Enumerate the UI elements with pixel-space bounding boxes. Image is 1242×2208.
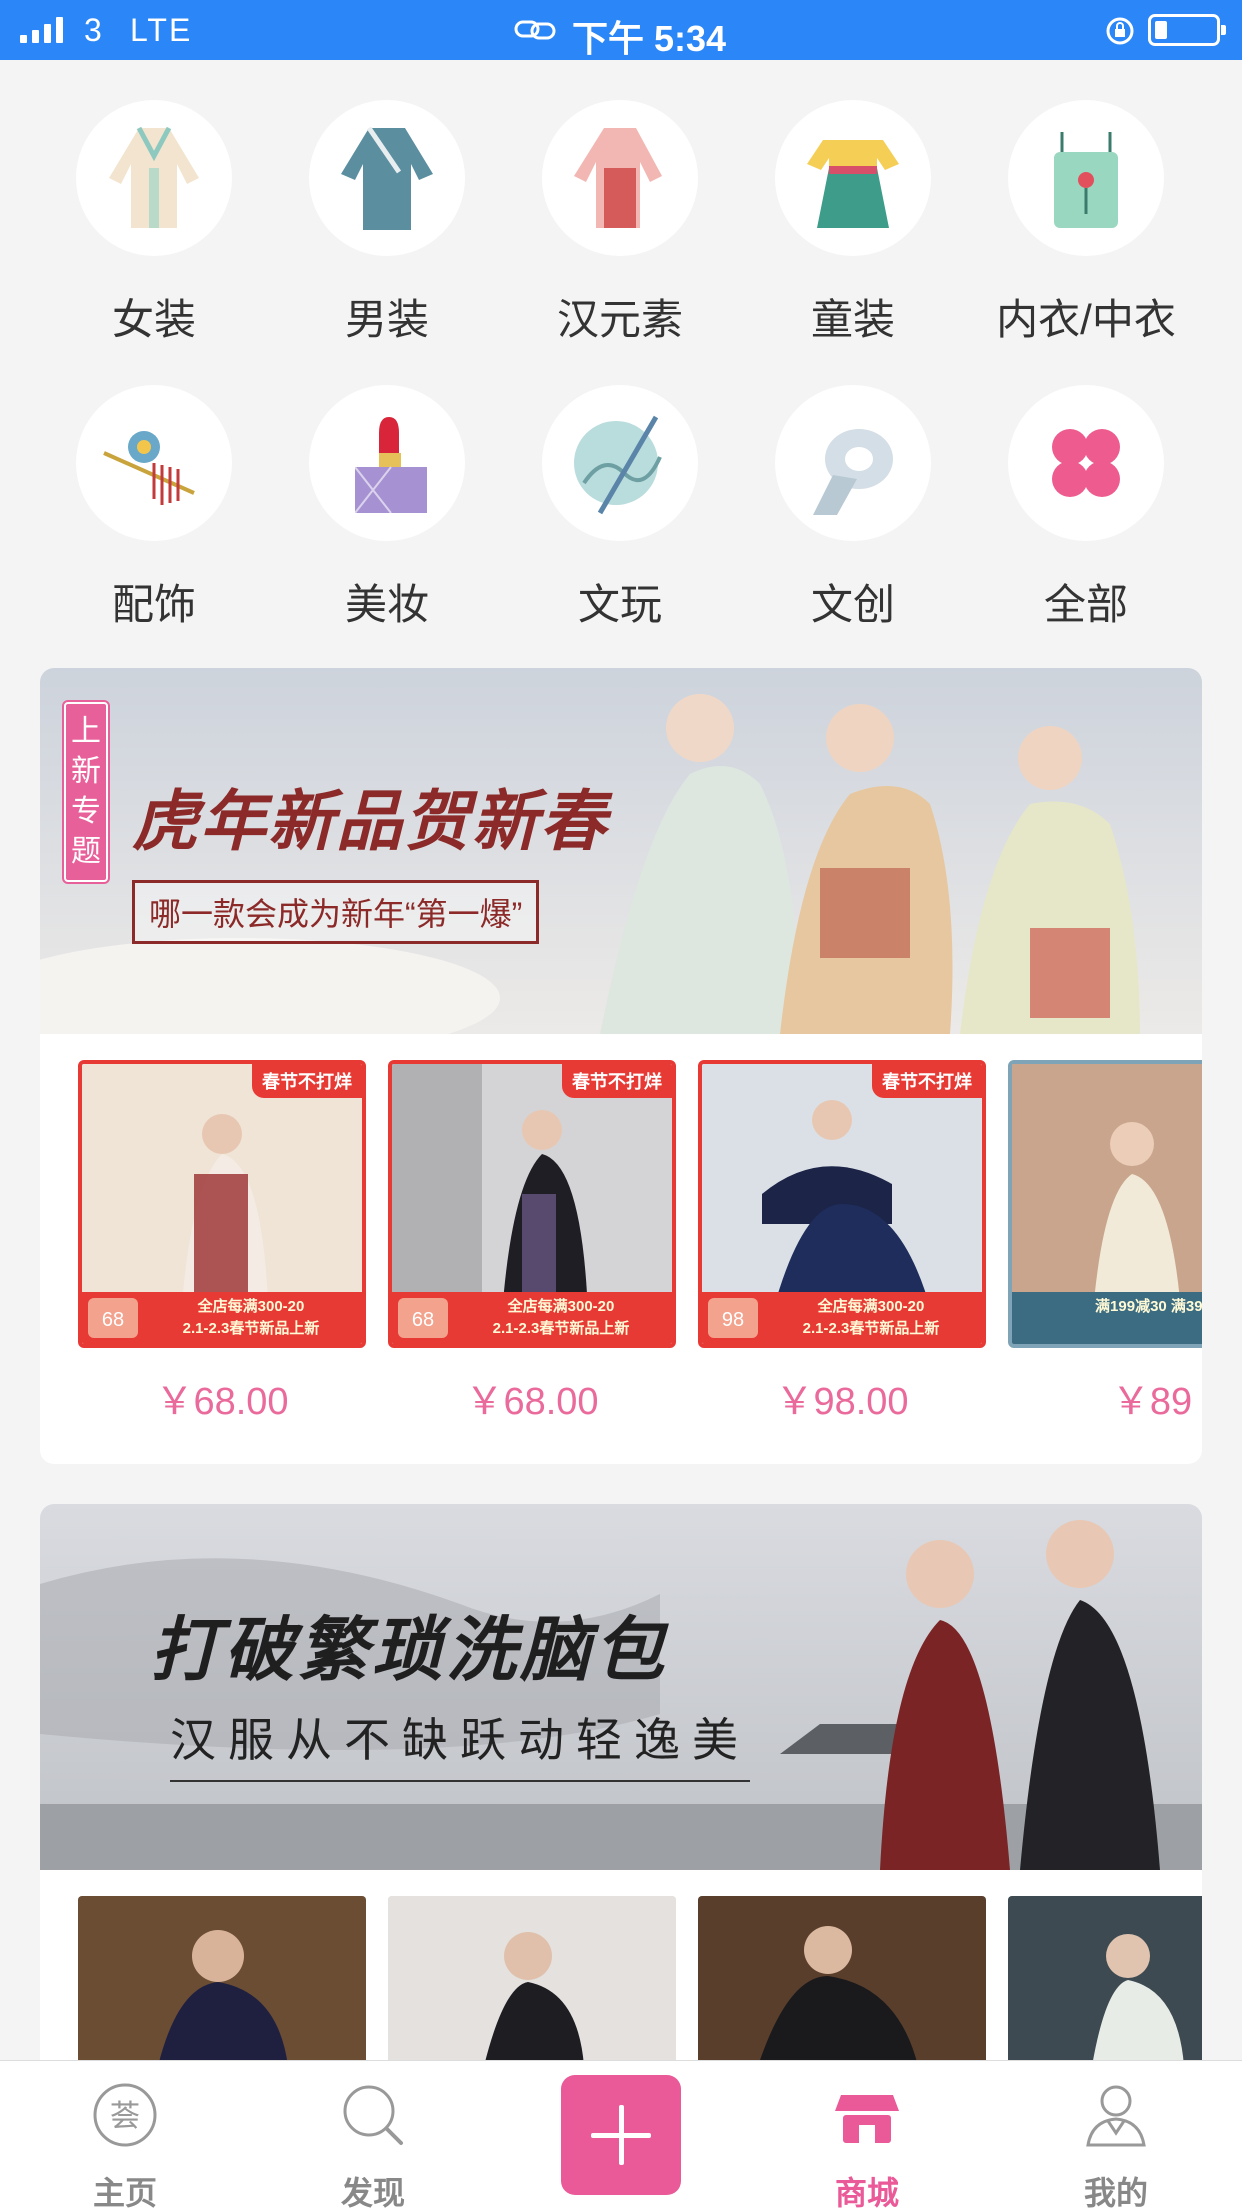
deal-price-tag: 68 — [88, 1298, 138, 1338]
all-categories-icon — [1008, 385, 1164, 541]
promo-badge: 春节不打烊 — [252, 1064, 362, 1098]
product-card[interactable]: 春节不打烊 68 全店每满300-20 2.1-2.3春节新品上新 ￥68.00 — [78, 1060, 366, 1425]
promo-footer: 98 全店每满300-20 2.1-2.3春节新品上新 — [702, 1292, 982, 1344]
category-label: 配饰 — [111, 581, 196, 628]
promo-badge: 春节不打烊 — [872, 1064, 982, 1098]
new-arrival-tag: 上新专题 — [64, 702, 108, 882]
signal-strength-icon — [20, 17, 63, 43]
product-price: ￥68.00 — [465, 1381, 599, 1423]
product-thumbnail — [78, 1896, 366, 2066]
product-thumbnail: 春节不打烊 68 全店每满300-20 2.1-2.3春节新品上新 — [388, 1060, 676, 1348]
banner-title: 虎年新品贺新春 — [132, 784, 608, 858]
promo-text: 全店每满300-20 2.1-2.3春节新品上新 — [182, 1298, 320, 1337]
category-label: 女装 — [111, 296, 196, 343]
category-curios[interactable]: 文玩 — [510, 385, 730, 632]
tab-mine[interactable]: 我的 — [1036, 2081, 1196, 2208]
product-thumbnail: 春节不打烊 68 全店每满300-20 2.1-2.3春节新品上新 — [78, 1060, 366, 1348]
tab-label: 我的 — [1083, 2175, 1148, 2208]
product-price: ￥89 — [1111, 1381, 1193, 1423]
promo-footer: 68 全店每满300-20 2.1-2.3春节新品上新 — [82, 1292, 362, 1344]
network-type: LTE — [130, 12, 193, 48]
link-icon — [514, 20, 556, 40]
clock: 下午 5:34 — [572, 18, 727, 59]
lipstick-icon — [309, 385, 465, 541]
battery-icon — [1148, 14, 1226, 46]
product-price: ￥68.00 — [155, 1381, 289, 1423]
category-kids[interactable]: 童装 — [743, 100, 963, 347]
shop-icon — [835, 2095, 899, 2143]
promo-text: 全店每满300-20 2.1-2.3春节新品上新 — [802, 1298, 940, 1337]
tab-label: 商城 — [834, 2175, 899, 2208]
category-label: 汉元素 — [556, 296, 683, 343]
promo-footer: 68 全店每满300-20 2.1-2.3春节新品上新 — [392, 1292, 672, 1344]
product-card[interactable]: 春节不打烊 98 全店每满300-20 2.1-2.3春节新品上新 ￥98.00 — [698, 1060, 986, 1425]
category-label: 文玩 — [577, 581, 662, 628]
category-accessories[interactable]: 配饰 — [44, 385, 264, 632]
category-label: 童装 — [810, 296, 895, 343]
promo-card-breakthrough: 打破繁琐洗脑包 汉服从不缺跃动轻逸美 — [40, 1504, 1202, 2104]
deal-price-tag: 98 — [708, 1298, 758, 1338]
banner-title: 打破繁琐洗脑包 — [150, 1611, 668, 1689]
category-hanfu-element[interactable]: 汉元素 — [510, 100, 730, 347]
svg-text:荟: 荟 — [110, 2099, 140, 2134]
category-women[interactable]: 女装 — [44, 100, 264, 347]
hanfu-element-icon — [542, 100, 698, 256]
washi-tape-icon — [775, 385, 931, 541]
tab-home[interactable]: 荟 主页 — [45, 2081, 205, 2208]
category-all[interactable]: 全部 — [976, 385, 1196, 632]
tab-label: 发现 — [340, 2175, 405, 2208]
category-makeup[interactable]: 美妆 — [277, 385, 497, 632]
category-men[interactable]: 男装 — [277, 100, 497, 347]
category-underwear[interactable]: 内衣/中衣 — [976, 100, 1196, 347]
product-carousel[interactable]: 春节不打烊 68 全店每满300-20 2.1-2.3春节新品上新 ￥68.00 … — [40, 1034, 1202, 1464]
banner-subtitle: 哪一款会成为新年“第一爆” — [132, 880, 540, 944]
promo-card-new-arrivals: 上新专题 虎年新品贺新春 哪一款会成为新年“第一爆” 春节不打烊 68 全店每满… — [40, 668, 1202, 1464]
rotation-lock-icon — [1106, 17, 1134, 45]
category-creative[interactable]: 文创 — [743, 385, 963, 632]
category-label: 内衣/中衣 — [996, 296, 1176, 343]
product-card[interactable]: 七月 满199减30 满399 ￥89 — [1008, 1060, 1202, 1425]
fan-curio-icon — [542, 385, 698, 541]
tab-label: 主页 — [92, 2175, 157, 2208]
home-seal-icon: 荟 — [93, 2083, 157, 2147]
promo-badge: 春节不打烊 — [562, 1064, 672, 1098]
promo-text: 满199减30 满399 — [1095, 1298, 1202, 1315]
status-bar: 3 LTE 下午 5:34 — [0, 0, 1242, 60]
category-label: 文创 — [810, 581, 895, 628]
kids-clothing-icon — [775, 100, 931, 256]
product-thumbnail: 七月 满199减30 满399 — [1008, 1060, 1202, 1348]
category-grid: 女装 男装 汉元素 童装 内衣/中衣 配饰 美妆 文玩 文创 全部 — [0, 60, 1242, 660]
search-icon — [343, 2085, 403, 2145]
promo-banner[interactable]: 上新专题 虎年新品贺新春 哪一款会成为新年“第一爆” — [40, 668, 1202, 1034]
product-card[interactable] — [1008, 1896, 1202, 2066]
hanfu-men-icon — [309, 100, 465, 256]
tab-shop[interactable]: 商城 — [787, 2081, 947, 2208]
product-thumbnail: 春节不打烊 98 全店每满300-20 2.1-2.3春节新品上新 — [698, 1060, 986, 1348]
product-thumbnail — [1008, 1896, 1202, 2066]
hanfu-women-icon — [76, 100, 232, 256]
product-thumbnail — [698, 1896, 986, 2066]
underwear-icon — [1008, 100, 1164, 256]
promo-text: 全店每满300-20 2.1-2.3春节新品上新 — [492, 1298, 630, 1337]
product-card[interactable] — [698, 1896, 986, 2066]
product-thumbnail — [388, 1896, 676, 2066]
category-label: 美妆 — [344, 581, 429, 628]
hairpin-accessory-icon — [76, 385, 232, 541]
category-label: 全部 — [1043, 581, 1128, 628]
add-post-button[interactable] — [561, 2075, 681, 2195]
promo-banner[interactable]: 打破繁琐洗脑包 汉服从不缺跃动轻逸美 — [40, 1504, 1202, 1870]
product-price: ￥98.00 — [775, 1381, 909, 1423]
product-card[interactable] — [78, 1896, 366, 2066]
product-card[interactable] — [388, 1896, 676, 2066]
deal-price-tag: 68 — [398, 1298, 448, 1338]
bottom-tab-bar: 荟 主页 发现 商城 我的 — [0, 2060, 1242, 2208]
category-label: 男装 — [344, 296, 429, 343]
product-card[interactable]: 春节不打烊 68 全店每满300-20 2.1-2.3春节新品上新 ￥68.00 — [388, 1060, 676, 1425]
carrier-label: 3 — [84, 12, 104, 48]
tab-discover[interactable]: 发现 — [293, 2081, 453, 2208]
profile-icon — [1086, 2085, 1146, 2147]
banner-subtitle: 汉服从不缺跃动轻逸美 — [170, 1704, 750, 1782]
promo-footer: 满199减30 满399 — [1012, 1292, 1202, 1344]
